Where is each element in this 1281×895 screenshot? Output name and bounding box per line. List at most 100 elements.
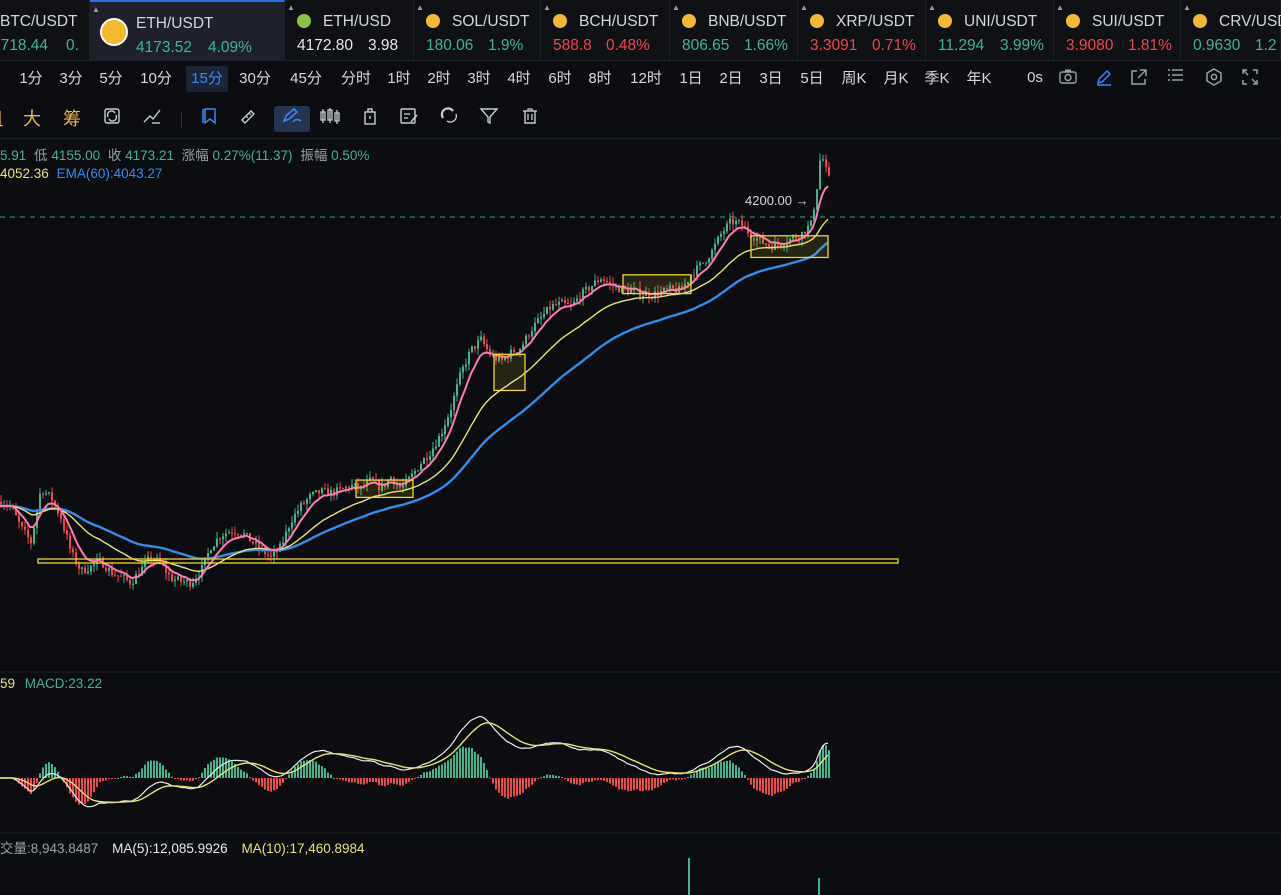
candle-body xyxy=(825,159,827,168)
macd-histogram-bar xyxy=(471,748,473,778)
delete-icon[interactable] xyxy=(517,106,543,132)
edit-note-icon[interactable] xyxy=(396,106,422,132)
magnet-icon[interactable] xyxy=(436,106,462,132)
macd-histogram-bar xyxy=(531,778,533,785)
macd-histogram-bar xyxy=(141,768,143,778)
macd-histogram-bar xyxy=(237,766,239,778)
macd-histogram-bar xyxy=(111,778,113,780)
macd-histogram-bar xyxy=(39,773,41,778)
settings-icon[interactable] xyxy=(1204,68,1224,88)
macd-histogram-bar xyxy=(648,778,650,791)
macd-histogram-bar xyxy=(645,778,647,791)
ticker-tab-crv-usdt[interactable]: ▲ CRV/USDT 0.9630 1.2 xyxy=(1181,0,1281,60)
ticker-change: 3.98 xyxy=(368,37,399,54)
macd-histogram-bar xyxy=(750,778,752,785)
pin-icon[interactable]: ▲ xyxy=(928,4,936,12)
interval-13[interactable]: 8时 xyxy=(585,66,615,92)
interval-9[interactable]: 2时 xyxy=(424,66,454,92)
interval-20[interactable]: 月K xyxy=(880,66,912,92)
macd-histogram-bar xyxy=(744,775,746,778)
interval-6[interactable]: 45分 xyxy=(286,66,326,92)
highlight-box xyxy=(355,479,414,499)
list-icon[interactable] xyxy=(1166,68,1186,88)
pen-icon[interactable] xyxy=(1094,68,1114,88)
macd-histogram-bar xyxy=(507,778,509,799)
bookmark-icon[interactable] xyxy=(197,106,223,132)
measure-icon[interactable] xyxy=(139,106,165,132)
pin-icon[interactable]: ▲ xyxy=(543,4,551,12)
popout-icon[interactable] xyxy=(1129,68,1149,88)
interval-1[interactable]: 3分 xyxy=(56,66,86,92)
ticker-tab-bch-usdt[interactable]: ▲ BCH/USDT 588.8 0.48% xyxy=(541,0,670,60)
ticker-tab-sui-usdt[interactable]: ▲ SUI/USDT 3.9080 1.81% xyxy=(1054,0,1181,60)
macd-histogram-bar xyxy=(459,748,461,778)
macd-histogram-bar xyxy=(510,778,512,797)
ticker-tab-btc-usdt[interactable]: BTC/USDT 6718.44 0. xyxy=(0,0,90,60)
ruler-icon[interactable] xyxy=(236,106,262,132)
candles-icon[interactable] xyxy=(317,106,343,132)
interval-5[interactable]: 30分 xyxy=(235,66,275,92)
interval-7[interactable]: 分时 xyxy=(336,66,376,92)
interval-19[interactable]: 周K xyxy=(838,66,870,92)
macd-histogram-bar xyxy=(354,778,356,783)
sync-icon[interactable] xyxy=(99,106,125,132)
interval-16[interactable]: 2日 xyxy=(716,66,746,92)
candlestick-chart[interactable]: 4200.00 → xyxy=(0,140,1281,895)
candle-body xyxy=(297,510,299,514)
macd-histogram-bar xyxy=(492,778,494,784)
interval-14[interactable]: 12时 xyxy=(626,66,666,92)
interval-18[interactable]: 5日 xyxy=(797,66,827,92)
macd-histogram-bar xyxy=(477,754,479,778)
interval-12[interactable]: 6时 xyxy=(545,66,575,92)
macd-histogram-bar xyxy=(600,778,602,781)
macd-histogram-bar xyxy=(708,767,710,778)
lock-icon[interactable] xyxy=(357,106,383,132)
interval-22[interactable]: 年K xyxy=(963,66,995,92)
interval-15[interactable]: 1日 xyxy=(676,66,706,92)
interval-8[interactable]: 1时 xyxy=(384,66,414,92)
interval-10[interactable]: 3时 xyxy=(464,66,494,92)
candle-body xyxy=(540,317,542,319)
pin-icon[interactable]: ▲ xyxy=(1183,4,1191,12)
ticker-tab-eth-usdt[interactable]: ▲ ETH/USDT 4173.52 4.09% xyxy=(90,0,285,60)
camera-icon[interactable] xyxy=(1058,68,1078,88)
ticker-tab-sol-usdt[interactable]: ▲ SOL/USDT 180.06 1.9% xyxy=(414,0,541,60)
interval-3[interactable]: 10分 xyxy=(136,66,176,92)
candle-body xyxy=(120,575,122,577)
ticker-tab-uni-usdt[interactable]: ▲ UNI/USDT 11.294 3.99% xyxy=(926,0,1054,60)
macd-histogram-bar xyxy=(609,778,611,784)
pin-icon[interactable]: ▲ xyxy=(672,4,680,12)
macd-histogram-bar xyxy=(330,774,332,778)
candle-body xyxy=(408,476,410,479)
candle-body xyxy=(234,533,236,535)
pin-icon[interactable]: ▲ xyxy=(416,4,424,12)
candle-body xyxy=(78,563,80,569)
interval-4[interactable]: 15分 xyxy=(186,66,228,92)
ticker-tab-xrp-usdt[interactable]: ▲ XRP/USDT 3.3091 0.71% xyxy=(798,0,926,60)
candle-body xyxy=(237,534,239,536)
da-tool-button[interactable]: 大 xyxy=(19,106,45,132)
interval-21[interactable]: 季K xyxy=(921,66,953,92)
macd-histogram-bar xyxy=(807,775,809,778)
macd-histogram-bar xyxy=(426,771,428,778)
fullscreen-icon[interactable] xyxy=(1240,68,1260,88)
macd-histogram-bar xyxy=(288,774,290,778)
pin-icon[interactable]: ▲ xyxy=(1056,4,1064,12)
macd-histogram-bar xyxy=(369,778,371,782)
interval-2[interactable]: 5分 xyxy=(96,66,126,92)
partial-tool-icon[interactable]: ⌊ xyxy=(0,106,14,132)
pin-icon[interactable]: ▲ xyxy=(92,6,100,14)
filter-icon[interactable] xyxy=(476,106,502,132)
interval-11[interactable]: 4时 xyxy=(504,66,534,92)
macd-histogram-bar xyxy=(714,764,716,778)
ticker-tab-eth-usd[interactable]: ▲ ETH/USD 4172.80 3.98 xyxy=(285,0,414,60)
pin-icon[interactable]: ▲ xyxy=(800,4,808,12)
pin-icon[interactable]: ▲ xyxy=(287,4,295,12)
ticker-tab-bnb-usdt[interactable]: ▲ BNB/USDT 806.65 1.66% xyxy=(670,0,798,60)
chou-tool-button[interactable]: 筹 xyxy=(59,106,85,132)
interval-0[interactable]: 1分 xyxy=(16,66,46,92)
candle-body xyxy=(168,572,170,575)
interval-17[interactable]: 3日 xyxy=(756,66,786,92)
ticker-change: 1.66% xyxy=(744,37,788,54)
brush-tool-icon[interactable] xyxy=(274,106,310,132)
